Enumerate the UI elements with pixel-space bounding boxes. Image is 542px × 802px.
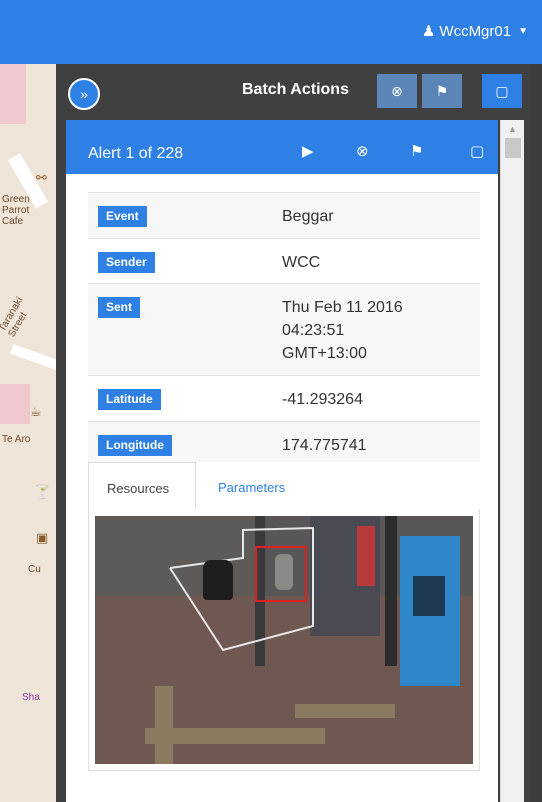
event-label: Event [98, 206, 147, 227]
map-label: Cu [28, 564, 41, 575]
map-label: Parrot [2, 205, 30, 216]
toggle-panel-button[interactable]: » [68, 78, 100, 110]
cancel-circle-icon[interactable]: ⊗ [356, 142, 369, 160]
alert-header: Alert 1 of 228 ▶ ⊗ ⚑ ▢ [66, 120, 498, 174]
video-camera-icon[interactable]: ▶ [302, 142, 314, 160]
latitude-value: -41.293264 [282, 391, 363, 408]
table-row: Sender WCC [88, 238, 480, 283]
top-navbar: ♟ WccMgr01 ▼ [0, 0, 542, 64]
map-label: Sha [22, 692, 40, 703]
detection-box [255, 546, 307, 602]
bar-icon: 🍸 [34, 484, 51, 499]
restaurant-icon: ⚯ [36, 170, 47, 185]
longitude-value: 174.775741 [282, 437, 367, 454]
table-row: Sent Thu Feb 11 2016 04:23:51 GMT+13:00 [88, 283, 480, 375]
table-row: Longitude 174.775741 [88, 421, 480, 462]
double-chevron-right-icon: » [80, 86, 88, 102]
map-label: Cafe [2, 216, 24, 227]
map-label: Green [2, 194, 30, 205]
cancel-circle-icon: ⊗ [391, 82, 403, 99]
latitude-label: Latitude [98, 389, 161, 410]
batch-actions-label: Batch Actions [242, 81, 349, 98]
sender-label: Sender [98, 252, 155, 273]
sender-value: WCC [282, 254, 321, 271]
map-label: Te Aro [2, 434, 31, 445]
map-street-label: Taranaki Street [0, 295, 30, 340]
map-view[interactable]: Green Parrot Cafe Taranaki Street Te Aro… [0, 64, 56, 802]
username: WccMgr01 [439, 22, 512, 40]
batch-dismiss-button[interactable]: ⊗ [377, 74, 417, 108]
person-figure [203, 560, 233, 600]
camera-icon: ▣ [36, 530, 49, 545]
table-row: Latitude -41.293264 [88, 375, 480, 421]
user-icon: ♟ [421, 23, 436, 40]
batch-select-button[interactable]: ▢ [482, 74, 522, 108]
alert-details-table: Event Beggar Sender WCC Sent Thu Feb 11 … [88, 192, 480, 462]
caret-down-icon: ▼ [518, 25, 528, 37]
tab-parameters[interactable]: Parameters [200, 462, 303, 511]
sent-label: Sent [98, 297, 141, 318]
user-menu[interactable]: ♟ WccMgr01 ▼ [421, 22, 528, 41]
flag-icon: ⚑ [435, 82, 449, 99]
table-row: Event Beggar [88, 192, 480, 238]
scroll-thumb[interactable] [505, 138, 521, 158]
checkbox-icon[interactable]: ▢ [470, 142, 484, 160]
checkbox-icon: ▢ [495, 82, 509, 99]
tab-resources[interactable]: Resources [88, 462, 196, 511]
alert-title: Alert 1 of 228 [88, 145, 184, 162]
scroll-up-arrow-icon[interactable]: ▲ [508, 124, 517, 134]
tab-bar: Resources Parameters [88, 462, 480, 511]
cctv-snapshot-image[interactable] [95, 516, 473, 764]
batch-flag-button[interactable]: ⚑ [422, 74, 462, 108]
longitude-label: Longitude [98, 435, 172, 456]
scrollbar[interactable]: ▲ [500, 120, 524, 802]
flag-icon[interactable]: ⚑ [410, 142, 423, 160]
sent-value: Thu Feb 11 2016 04:23:51 GMT+13:00 [282, 299, 403, 362]
cafe-icon: ☕ [30, 404, 42, 419]
event-value: Beggar [282, 208, 334, 225]
